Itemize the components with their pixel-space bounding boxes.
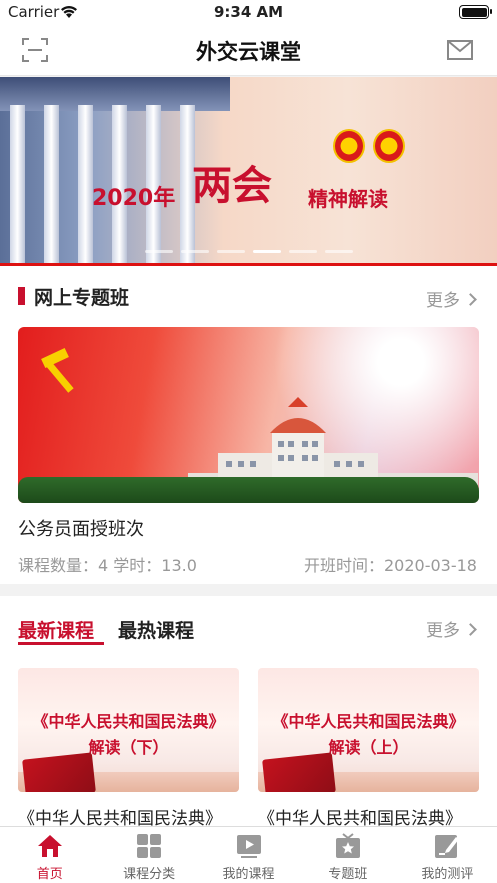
more-link[interactable]: 更多 [426, 286, 477, 311]
bottom-tab-bar: 首页 课程分类 我的课程 专题班 我的测评 [0, 826, 497, 883]
thumbnail-title: 《中华人民共和国民法典》 [272, 712, 465, 731]
banner-carousel[interactable]: 2020年 两会 精神解读 [0, 77, 497, 266]
battery-icon [459, 5, 492, 19]
course-tabs: 最新课程 最热课程 更多 [0, 612, 497, 652]
special-class-name[interactable]: 公务员面授班次 [18, 515, 144, 541]
tab-home[interactable]: 首页 [0, 827, 99, 883]
chevron-right-icon [464, 623, 477, 636]
grid-icon [137, 834, 162, 858]
carousel-dot[interactable] [216, 250, 245, 253]
special-class-image[interactable] [18, 327, 479, 503]
section-marker [18, 287, 25, 305]
thumbnail-title: 《中华人民共和国民法典》 [32, 712, 225, 731]
chevron-right-icon [464, 293, 477, 306]
book-image [262, 752, 336, 792]
status-bar: Carrier 9:34 AM [0, 0, 497, 26]
mail-icon[interactable] [447, 40, 473, 60]
hammer-sickle-icon [41, 347, 85, 394]
tab-underline [18, 642, 104, 645]
cppcc-emblem-icon [373, 129, 405, 163]
banner-headline: 两会 [192, 162, 272, 209]
tab-my-courses[interactable]: 我的课程 [199, 827, 298, 883]
carousel-dot-active[interactable] [252, 250, 281, 253]
banner-subtitle: 精神解读 [308, 187, 388, 211]
star-tv-icon [335, 833, 360, 858]
page-title: 外交云课堂 [196, 40, 301, 64]
book-image [22, 752, 96, 792]
clock: 9:34 AM [213, 3, 284, 21]
course-thumbnail[interactable]: 《中华人民共和国民法典》 解读（上） [258, 668, 479, 792]
edit-icon [435, 835, 460, 858]
tab-label: 我的课程 [222, 867, 275, 882]
tab-latest-courses[interactable]: 最新课程 [18, 616, 94, 643]
tab-course-categories[interactable]: 课程分类 [99, 827, 198, 883]
tab-label: 我的测评 [421, 867, 474, 882]
tab-hot-courses[interactable]: 最热课程 [118, 616, 194, 643]
tab-my-evaluation[interactable]: 我的测评 [398, 827, 497, 883]
play-icon [236, 835, 261, 858]
carousel-dot[interactable] [324, 250, 353, 253]
tab-label: 课程分类 [123, 867, 176, 882]
carousel-indicator [0, 250, 497, 253]
special-class-meta: 课程数量：4 学时：13.0 [18, 556, 197, 575]
app-screen: Carrier 9:34 AM 外交云课堂 2020年 两会 精神解读 网上专题… [0, 0, 497, 883]
tab-label: 首页 [36, 867, 63, 882]
home-icon [37, 835, 62, 857]
nav-bar: 外交云课堂 [0, 26, 497, 76]
tab-special-class[interactable]: 专题班 [298, 827, 397, 883]
more-link[interactable]: 更多 [426, 616, 477, 641]
banner-year: 2020年 [92, 186, 176, 211]
carousel-dot[interactable] [180, 250, 209, 253]
national-emblem-icon [333, 129, 365, 163]
special-class-start-date: 开班时间：2020-03-18 [304, 556, 477, 575]
thumbnail-subtitle: 解读（下） [88, 738, 169, 757]
section-title: 网上专题班 [34, 287, 130, 309]
tab-label: 专题班 [328, 867, 368, 882]
thumbnail-subtitle: 解读（上） [328, 738, 409, 757]
carousel-dot[interactable] [144, 250, 173, 253]
course-thumbnail[interactable]: 《中华人民共和国民法典》 解读（下） [18, 668, 239, 792]
carousel-dot[interactable] [288, 250, 317, 253]
